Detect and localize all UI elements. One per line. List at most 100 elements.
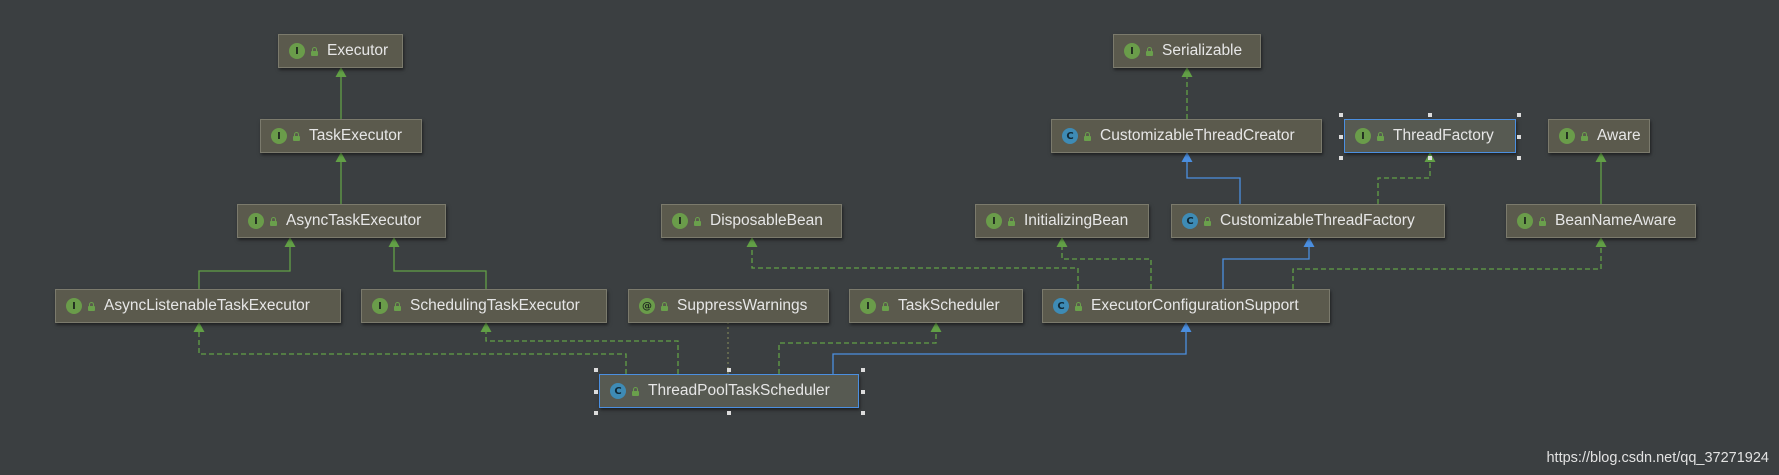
- interface-icon: I: [372, 298, 388, 314]
- public-lock-icon: [660, 301, 669, 311]
- arrowhead: [284, 237, 296, 247]
- interface-icon: I: [1517, 213, 1533, 229]
- arrowhead: [930, 322, 942, 332]
- public-lock-icon: [1203, 216, 1212, 226]
- arrowhead: [388, 237, 400, 247]
- public-lock-icon: [693, 216, 702, 226]
- arrowhead: [1181, 152, 1193, 162]
- public-lock-icon: [87, 301, 96, 311]
- selection-handle[interactable]: [727, 368, 731, 372]
- node-label: CustomizableThreadCreator: [1100, 127, 1295, 144]
- node-thread-factory[interactable]: I ThreadFactory: [1344, 119, 1516, 153]
- node-bean-name-aware[interactable]: I BeanNameAware: [1506, 204, 1696, 238]
- node-label: ThreadFactory: [1393, 127, 1494, 144]
- node-executor[interactable]: I Executor: [278, 34, 403, 68]
- node-label: BeanNameAware: [1555, 212, 1677, 229]
- node-label: AsyncListenableTaskExecutor: [104, 297, 310, 314]
- class-icon: C: [1062, 128, 1078, 144]
- node-label: InitializingBean: [1024, 212, 1129, 229]
- public-lock-icon: [269, 216, 278, 226]
- annotation-icon: @: [639, 298, 655, 314]
- arrowhead: [1056, 237, 1068, 247]
- public-lock-icon: [631, 386, 640, 396]
- arrowhead: [480, 322, 492, 332]
- selection-handle[interactable]: [861, 411, 865, 415]
- node-async-listenable-task-executor[interactable]: I AsyncListenableTaskExecutor: [55, 289, 341, 323]
- node-customizable-thread-factory[interactable]: C CustomizableThreadFactory: [1171, 204, 1445, 238]
- node-aware[interactable]: I Aware: [1548, 119, 1650, 153]
- arrowhead: [193, 322, 205, 332]
- selection-handle[interactable]: [1517, 156, 1521, 160]
- interface-icon: I: [672, 213, 688, 229]
- public-lock-icon: [881, 301, 890, 311]
- selection-handle[interactable]: [1517, 113, 1521, 117]
- interface-icon: I: [289, 43, 305, 59]
- public-lock-icon: [1074, 301, 1083, 311]
- selection-handle[interactable]: [861, 368, 865, 372]
- node-label: ExecutorConfigurationSupport: [1091, 297, 1299, 314]
- node-executor-configuration-support[interactable]: C ExecutorConfigurationSupport: [1042, 289, 1330, 323]
- interface-icon: I: [1355, 128, 1371, 144]
- selection-handle[interactable]: [861, 390, 865, 394]
- arrowhead: [1303, 237, 1315, 247]
- node-label: SuppressWarnings: [677, 297, 808, 314]
- arrowhead: [335, 67, 347, 77]
- selection-handle[interactable]: [1428, 113, 1432, 117]
- edge-thread-pool-task-scheduler-to-task-scheduler: [778, 322, 937, 374]
- public-lock-icon: [1145, 46, 1154, 56]
- edge-thread-pool-task-scheduler-to-async-listenable-task-executor: [198, 322, 627, 374]
- node-scheduling-task-executor[interactable]: I SchedulingTaskExecutor: [361, 289, 607, 323]
- selection-handle[interactable]: [1339, 135, 1343, 139]
- edge-customizable-thread-factory-to-customizable-thread-creator: [1186, 152, 1241, 204]
- node-label: AsyncTaskExecutor: [286, 212, 422, 229]
- selection-handle[interactable]: [594, 368, 598, 372]
- interface-icon: I: [986, 213, 1002, 229]
- node-label: TaskExecutor: [309, 127, 403, 144]
- edge-executor-configuration-support-to-customizable-thread-factory: [1222, 237, 1310, 289]
- edge-executor-configuration-support-to-bean-name-aware: [1292, 237, 1602, 289]
- public-lock-icon: [310, 46, 319, 56]
- edge-executor-configuration-support-to-disposable-bean: [751, 237, 1079, 289]
- edge-thread-pool-task-scheduler-to-executor-configuration-support: [832, 322, 1187, 374]
- class-icon: C: [610, 383, 626, 399]
- arrowhead: [335, 152, 347, 162]
- node-label: Executor: [327, 42, 389, 59]
- public-lock-icon: [292, 131, 301, 141]
- node-thread-pool-task-scheduler[interactable]: C ThreadPoolTaskScheduler: [599, 374, 859, 408]
- selection-handle[interactable]: [727, 411, 731, 415]
- abstract-class-icon: C: [1053, 298, 1069, 314]
- interface-icon: I: [66, 298, 82, 314]
- selection-handle[interactable]: [594, 411, 598, 415]
- node-label: Serializable: [1162, 42, 1243, 59]
- node-suppress-warnings[interactable]: @ SuppressWarnings: [628, 289, 829, 323]
- edge-customizable-thread-factory-to-thread-factory: [1377, 152, 1431, 204]
- node-label: CustomizableThreadFactory: [1220, 212, 1415, 229]
- watermark-url: https://blog.csdn.net/qq_37271924: [1546, 450, 1769, 466]
- node-label: Aware: [1597, 127, 1641, 144]
- arrowhead: [1181, 67, 1193, 77]
- node-task-scheduler[interactable]: I TaskScheduler: [849, 289, 1023, 323]
- node-initializing-bean[interactable]: I InitializingBean: [975, 204, 1149, 238]
- arrowhead: [1595, 152, 1607, 162]
- public-lock-icon: [1083, 131, 1092, 141]
- edge-scheduling-task-executor-to-async-task-executor: [393, 237, 487, 289]
- interface-icon: I: [1559, 128, 1575, 144]
- node-serializable[interactable]: I Serializable: [1113, 34, 1261, 68]
- node-customizable-thread-creator[interactable]: C CustomizableThreadCreator: [1051, 119, 1322, 153]
- class-icon: C: [1182, 213, 1198, 229]
- arrowhead: [746, 237, 758, 247]
- selection-handle[interactable]: [1339, 113, 1343, 117]
- selection-handle[interactable]: [1339, 156, 1343, 160]
- node-task-executor[interactable]: I TaskExecutor: [260, 119, 422, 153]
- node-async-task-executor[interactable]: I AsyncTaskExecutor: [237, 204, 446, 238]
- interface-icon: I: [1124, 43, 1140, 59]
- node-label: SchedulingTaskExecutor: [410, 297, 580, 314]
- arrowhead: [1595, 237, 1607, 247]
- interface-icon: I: [271, 128, 287, 144]
- public-lock-icon: [1580, 131, 1589, 141]
- public-lock-icon: [1376, 131, 1385, 141]
- node-disposable-bean[interactable]: I DisposableBean: [661, 204, 842, 238]
- selection-handle[interactable]: [1428, 156, 1432, 160]
- selection-handle[interactable]: [594, 390, 598, 394]
- selection-handle[interactable]: [1517, 135, 1521, 139]
